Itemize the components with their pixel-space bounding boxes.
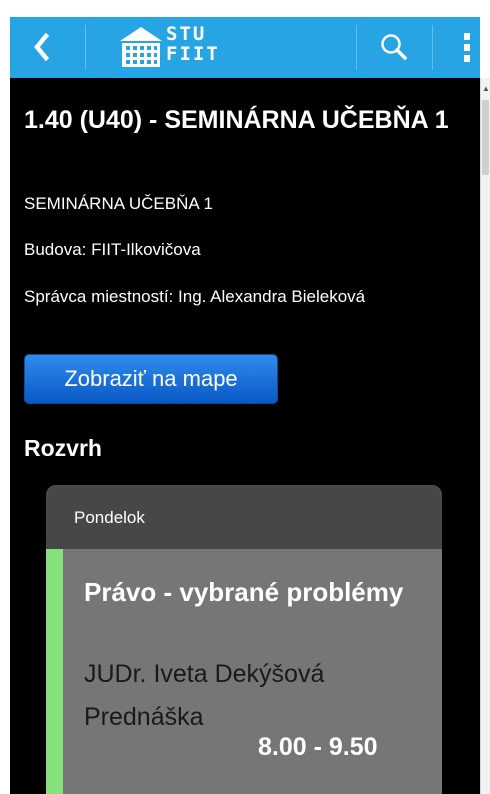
scrollbar-thumb[interactable] [482,100,489,175]
schedule-heading: Rozvrh [24,435,102,461]
lesson-name: Právo - vybrané problémy [84,577,404,607]
building-label: Budova: [24,240,87,259]
building-value: FIIT-Ilkovičova [91,240,201,259]
day-label: Pondelok [74,508,145,527]
scrollbar[interactable]: ▲ [480,78,490,794]
schedule-card: Pondelok Právo - vybrané problémy JUDr. … [46,485,442,794]
app-bar-divider [356,25,357,70]
lesson-teacher: JUDr. Iveta Dekýšová [84,660,325,688]
back-chevron-icon [34,32,50,62]
manager-label: Správca miestností: [24,287,174,306]
page-title: 1.40 (U40) - SEMINÁRNA UČEBŇA 1 [24,106,449,134]
room-subtitle: SEMINÁRNA UČEBŇA 1 [24,194,213,213]
logo-line-stu: STU [166,23,207,45]
scroll-up-arrow-icon[interactable]: ▲ [482,84,490,93]
manager-value: Ing. Alexandra Bieleková [178,287,366,306]
search-button[interactable] [360,17,430,78]
room-detail: 1.40 (U40) - SEMINÁRNA UČEBŇA 1 SEMINÁRN… [10,78,480,794]
lesson-type-stripe [46,549,63,794]
search-icon [381,34,407,60]
show-on-map-button[interactable]: Zobraziť na mape [24,354,278,404]
lesson-time: 8.00 - 9.50 [258,733,378,761]
manager-row: Správca miestností: Ing. Alexandra Biele… [24,288,464,306]
overflow-menu-button[interactable] [434,17,480,78]
logo-line-fiit: FIIT [166,43,220,65]
building-row: Budova: FIIT-Ilkovičova [24,241,464,259]
building-icon [120,27,162,67]
stu-fiit-logo[interactable]: STU FIIT [118,22,238,74]
app-bar: STU FIIT [10,17,480,78]
back-button[interactable] [10,17,78,78]
logo-text: STU FIIT [166,24,220,64]
more-vertical-icon [464,33,470,62]
day-header: Pondelok [46,485,442,549]
app-bar-divider [85,25,86,70]
app-bar-divider [432,25,433,70]
lesson-type: Prednáška [84,703,204,731]
